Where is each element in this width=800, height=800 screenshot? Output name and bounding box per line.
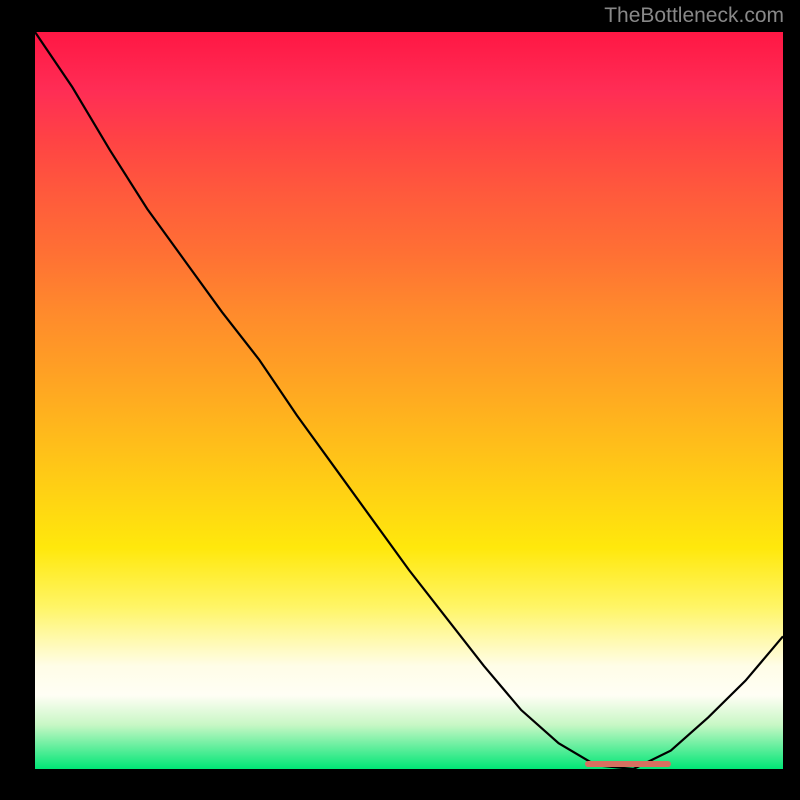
plot-area (35, 32, 783, 769)
watermark-text: TheBottleneck.com (604, 4, 784, 28)
chart-container: TheBottleneck.com (0, 0, 800, 800)
optimal-zone-marker (585, 761, 671, 767)
heat-gradient (35, 32, 783, 769)
